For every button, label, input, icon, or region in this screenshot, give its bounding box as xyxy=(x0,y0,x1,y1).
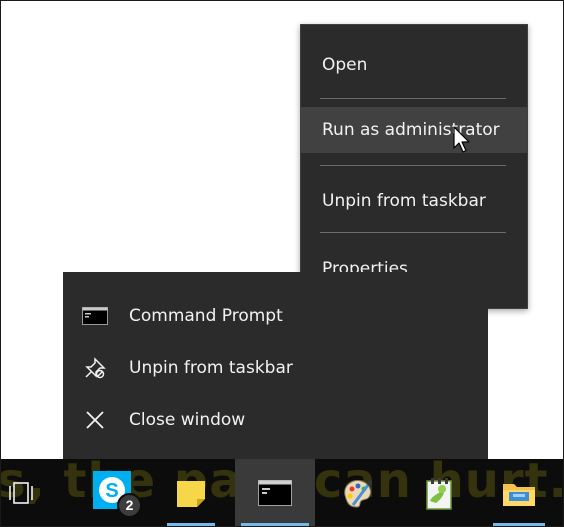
jump-list-label: Command Prompt xyxy=(129,306,283,326)
taskbar-sticky-notes[interactable] xyxy=(161,459,221,526)
taskbar-skype[interactable]: S 2 xyxy=(85,459,145,526)
sticky-notes-icon xyxy=(177,480,205,507)
jump-list-item-unpin[interactable]: Unpin from taskbar xyxy=(63,344,488,392)
svg-text:S: S xyxy=(105,480,118,502)
jump-list: Command Prompt Unpin from taskbar Close … xyxy=(63,272,488,459)
jump-list-item-close-window[interactable]: Close window xyxy=(63,396,488,444)
jump-list-label: Close window xyxy=(129,410,246,430)
menu-item-label: Open xyxy=(322,55,368,75)
menu-item-run-as-administrator[interactable]: Run as administrator xyxy=(301,107,527,153)
mouse-cursor-icon xyxy=(453,126,470,153)
taskbar-task-view[interactable] xyxy=(1,459,41,526)
jump-list-label: Unpin from taskbar xyxy=(129,358,293,378)
taskbar: s, the past can hurt. S 2 xyxy=(1,459,563,526)
taskbar-command-prompt[interactable] xyxy=(235,459,315,526)
taskbar-paint[interactable] xyxy=(327,459,387,526)
cmd-app-icon xyxy=(82,307,108,325)
context-menu: Open Run as administrator Unpin from tas… xyxy=(300,24,528,309)
task-view-icon xyxy=(9,481,33,504)
menu-divider xyxy=(320,232,506,233)
menu-item-label: Run as administrator xyxy=(322,120,500,140)
taskbar-file-explorer[interactable] xyxy=(487,459,551,526)
notification-badge: 2 xyxy=(117,492,142,518)
menu-item-unpin-from-taskbar[interactable]: Unpin from taskbar xyxy=(301,178,527,224)
file-explorer-icon xyxy=(503,483,535,506)
taskbar-notepad-plus-plus[interactable] xyxy=(409,459,469,526)
close-icon xyxy=(86,411,104,429)
notepad-icon xyxy=(426,477,452,510)
menu-divider xyxy=(320,165,506,166)
unpin-icon xyxy=(85,357,106,379)
paint-icon xyxy=(344,479,373,508)
menu-divider xyxy=(320,98,506,99)
menu-item-label: Unpin from taskbar xyxy=(322,191,486,211)
jump-list-item-command-prompt[interactable]: Command Prompt xyxy=(63,292,488,340)
cmd-icon xyxy=(258,479,292,506)
menu-item-open[interactable]: Open xyxy=(301,42,527,88)
